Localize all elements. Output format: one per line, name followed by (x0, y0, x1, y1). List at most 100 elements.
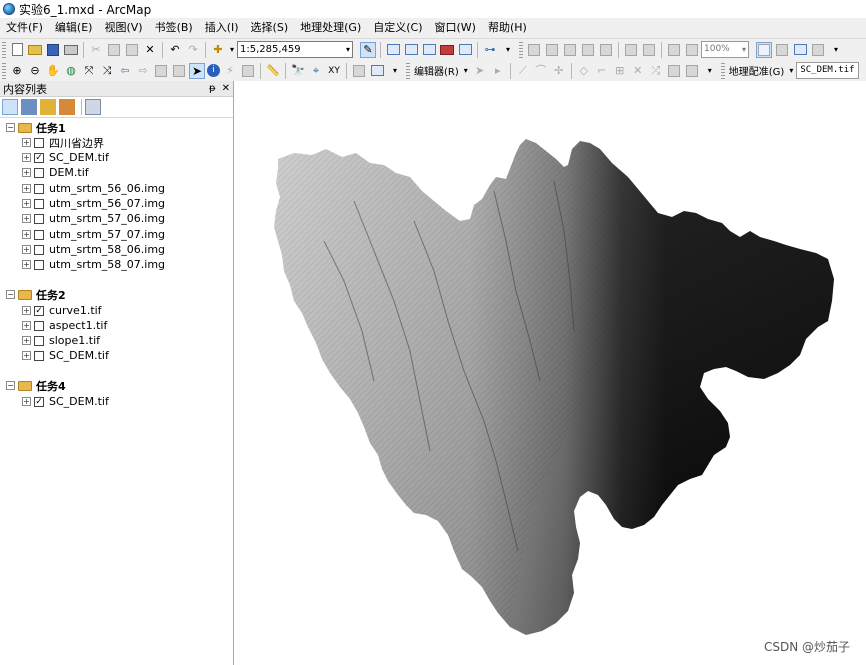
toolbar-options-icon[interactable]: ▾ (387, 63, 403, 79)
arctoolbox-icon[interactable] (439, 42, 455, 58)
menu-selection[interactable]: 选择(S) (245, 18, 295, 38)
expand-icon[interactable]: + (22, 153, 31, 162)
toolbar-options-icon[interactable]: ▾ (500, 42, 516, 58)
zoom-whole-page-icon[interactable] (580, 42, 596, 58)
toolbar-grip[interactable] (2, 41, 6, 58)
georeferencing-layer-select[interactable]: SC_DEM.tif (796, 62, 859, 79)
copy-icon[interactable] (106, 42, 122, 58)
layer-checkbox[interactable] (34, 259, 44, 270)
hyperlink-icon[interactable]: ⚡ (222, 63, 238, 79)
layer-checkbox-checked[interactable]: ✓ (34, 152, 44, 163)
map-scale-combobox[interactable]: 1:5,285,459 ▾ (237, 41, 353, 58)
layer-checkbox[interactable] (34, 335, 44, 346)
rotate-icon[interactable]: ⤮ (648, 63, 664, 79)
close-icon[interactable]: ✕ (222, 83, 230, 94)
layer-item[interactable]: + ✓ curve1.tif (22, 303, 102, 318)
attributes-icon[interactable] (666, 63, 682, 79)
add-data-icon[interactable]: ✚ (210, 42, 226, 58)
layer-group[interactable]: − 任务2 (6, 287, 66, 302)
expand-icon[interactable]: + (22, 260, 31, 269)
expand-icon[interactable]: + (22, 214, 31, 223)
back-extent-icon[interactable] (666, 42, 682, 58)
html-popup-icon[interactable] (240, 63, 256, 79)
toolbar-options-icon[interactable]: ▾ (828, 42, 844, 58)
search-window-icon[interactable] (421, 42, 437, 58)
full-extent-icon[interactable]: ◍ (63, 63, 79, 79)
trace-icon[interactable]: ✢ (551, 63, 567, 79)
identify-icon[interactable]: i (207, 64, 220, 77)
collapse-icon[interactable]: − (6, 290, 15, 299)
end-point-arc-icon[interactable]: ⌒ (533, 63, 549, 79)
reshape-icon[interactable]: ⌐ (594, 63, 610, 79)
layer-item[interactable]: + utm_srtm_57_07.img (22, 227, 165, 242)
expand-icon[interactable]: + (22, 351, 31, 360)
measure-icon[interactable]: 📏 (265, 63, 281, 79)
model-builder-icon[interactable]: ⊶ (482, 42, 498, 58)
pin-icon[interactable]: ᵽ (209, 83, 216, 94)
layer-item[interactable]: + 四川省边界 (22, 135, 104, 150)
collapse-icon[interactable]: − (6, 381, 15, 390)
chevron-down-icon[interactable]: ▾ (787, 63, 795, 79)
undo-icon[interactable]: ↶ (167, 42, 183, 58)
layout-zoom-combobox[interactable]: 100% ▾ (701, 41, 749, 58)
menu-file[interactable]: 文件(F) (0, 18, 49, 38)
editor-menu[interactable]: 编辑器(R) (412, 63, 461, 78)
layer-item[interactable]: + ✓ SC_DEM.tif (22, 150, 109, 165)
list-by-source-icon[interactable] (21, 99, 37, 115)
toolbar-grip[interactable] (2, 62, 6, 79)
list-by-selection-icon[interactable] (59, 99, 75, 115)
layer-checkbox[interactable] (34, 320, 44, 331)
layer-item[interactable]: + aspect1.tif (22, 318, 107, 333)
toolbar-grip[interactable] (720, 62, 725, 79)
table-of-contents-icon[interactable] (385, 42, 401, 58)
toolbar-grip[interactable] (519, 41, 523, 58)
layer-checkbox[interactable] (34, 137, 44, 148)
layer-item[interactable]: + utm_srtm_58_07.img (22, 257, 165, 272)
split-icon[interactable]: ✕ (630, 63, 646, 79)
go-to-xy-icon[interactable]: XY (326, 63, 342, 79)
forward-icon[interactable]: ⇨ (135, 63, 151, 79)
expand-icon[interactable]: + (22, 245, 31, 254)
new-document-icon[interactable] (9, 42, 25, 58)
layout-zoom-in-icon[interactable] (526, 42, 542, 58)
list-by-drawing-order-icon[interactable] (2, 99, 18, 115)
clear-selection-icon[interactable] (171, 63, 187, 79)
toggle-draft-mode-icon[interactable] (756, 41, 772, 58)
zoom-in-icon[interactable]: ⊕ (9, 63, 25, 79)
layer-item[interactable]: + utm_srtm_56_06.img (22, 181, 165, 196)
georeferencing-menu[interactable]: 地理配准(G) (727, 63, 787, 78)
find-route-icon[interactable]: ⌖ (308, 63, 324, 79)
menu-edit[interactable]: 编辑(E) (49, 18, 99, 38)
change-layout-icon[interactable] (792, 42, 808, 58)
delete-icon[interactable]: ✕ (142, 42, 158, 58)
expand-icon[interactable]: + (22, 184, 31, 193)
chevron-down-icon[interactable]: ▾ (462, 63, 470, 79)
data-driven-pages-icon[interactable] (810, 42, 826, 58)
open-icon[interactable] (27, 42, 43, 58)
layer-item[interactable]: + SC_DEM.tif (22, 348, 109, 363)
menu-customize[interactable]: 自定义(C) (367, 18, 428, 38)
layer-item[interactable]: + utm_srtm_56_07.img (22, 196, 165, 211)
fixed-zoom-in-icon[interactable] (623, 42, 639, 58)
expand-icon[interactable]: + (22, 230, 31, 239)
focus-data-frame-icon[interactable] (774, 42, 790, 58)
layer-checkbox[interactable] (34, 350, 44, 361)
toolbar-options-icon[interactable]: ▾ (702, 63, 718, 79)
layer-group[interactable]: − 任务4 (6, 378, 66, 393)
menu-bookmarks[interactable]: 书签(B) (149, 18, 199, 38)
find-icon[interactable]: 🔭 (290, 63, 306, 79)
select-elements-icon[interactable]: ➤ (189, 62, 205, 79)
forward-extent-icon[interactable] (684, 42, 700, 58)
cut-icon[interactable]: ✂ (88, 42, 104, 58)
layer-checkbox[interactable] (34, 167, 44, 178)
pan-icon[interactable]: ✋ (45, 63, 61, 79)
expand-icon[interactable]: + (22, 336, 31, 345)
paste-icon[interactable] (124, 42, 140, 58)
layer-checkbox[interactable] (34, 198, 44, 209)
add-data-dropdown-icon[interactable]: ▾ (228, 42, 236, 58)
select-features-icon[interactable] (153, 63, 169, 79)
list-by-visibility-icon[interactable] (40, 99, 56, 115)
layer-item[interactable]: + utm_srtm_58_06.img (22, 242, 165, 257)
sketch-properties-icon[interactable] (684, 63, 700, 79)
time-slider-icon[interactable] (351, 63, 367, 79)
